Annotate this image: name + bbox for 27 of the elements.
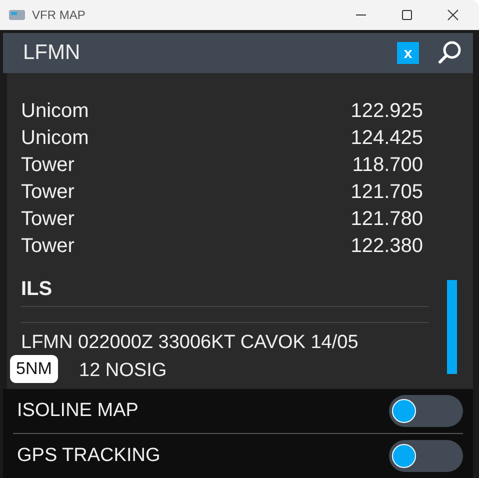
frequency-name: Tower bbox=[21, 208, 74, 231]
toggle-switch[interactable] bbox=[389, 440, 463, 472]
toggle-switch[interactable] bbox=[389, 395, 463, 427]
frequency-name: Tower bbox=[21, 181, 74, 204]
close-icon[interactable] bbox=[447, 9, 459, 21]
frequency-value: 118.700 bbox=[352, 154, 423, 177]
frequency-value: 122.925 bbox=[350, 100, 423, 123]
toggle-label: ISOLINE MAP bbox=[17, 400, 138, 422]
search-icon[interactable] bbox=[437, 40, 463, 66]
scale-label: 5NM bbox=[10, 355, 58, 383]
app-icon bbox=[8, 9, 26, 21]
frequency-value: 121.705 bbox=[350, 181, 423, 204]
section-title: ILS bbox=[21, 272, 429, 307]
toggle-label: GPS TRACKING bbox=[17, 445, 160, 467]
metar-text: 12 NOSIG bbox=[79, 360, 167, 381]
window-title: VFR MAP bbox=[32, 8, 86, 22]
metar-text: LFMN 022000Z 33006KT CAVOK 14/05 bbox=[21, 332, 358, 353]
frequency-name: Unicom bbox=[21, 100, 89, 123]
frequency-value: 121.780 bbox=[350, 208, 423, 231]
frequency-name: Tower bbox=[21, 154, 74, 177]
frequency-name: Tower bbox=[21, 235, 74, 258]
search-field[interactable]: LFMN x bbox=[3, 33, 473, 73]
frequency-name: Unicom bbox=[21, 127, 89, 150]
scrollbar[interactable] bbox=[447, 280, 457, 374]
frequency-value: 122.380 bbox=[350, 235, 423, 258]
maximize-icon[interactable] bbox=[401, 9, 413, 21]
frequency-value: 124.425 bbox=[350, 127, 423, 150]
